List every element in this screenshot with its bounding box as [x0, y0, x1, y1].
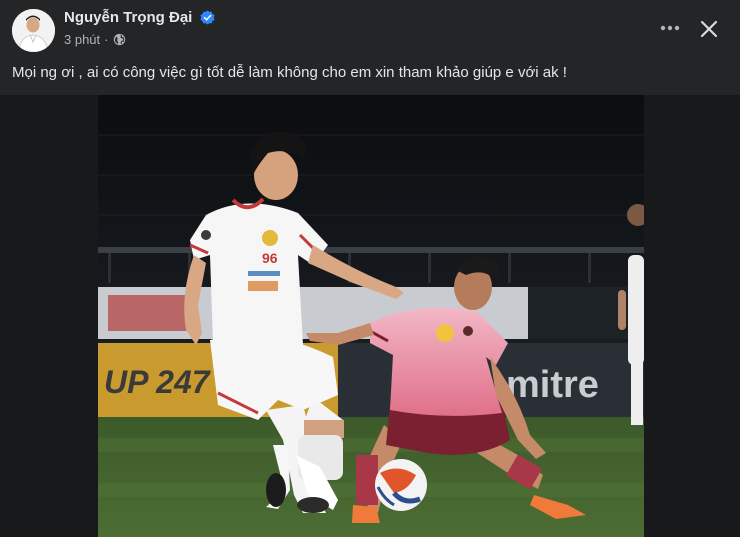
more-options-button[interactable] — [654, 14, 686, 42]
soccer-ball — [375, 459, 427, 511]
more-options-icon — [660, 25, 680, 31]
close-button[interactable] — [694, 14, 724, 44]
post-timestamp[interactable]: 3 phút — [64, 32, 100, 47]
post-photo[interactable]: UP 247 mitre 96 — [98, 95, 644, 537]
football-match-image: UP 247 mitre 96 — [98, 95, 644, 537]
avatar[interactable] — [12, 9, 55, 52]
globe-icon — [113, 33, 125, 46]
post-header: Nguyễn Trọng Đại 3 phút · — [0, 0, 740, 58]
verified-badge-icon — [200, 10, 215, 25]
ad-board-text-right: mitre — [506, 364, 599, 406]
ad-board-text-left: UP 247 — [104, 364, 212, 400]
close-icon — [700, 20, 718, 38]
post-text: Mọi ng ơi , ai có công việc gì tốt dễ là… — [12, 64, 567, 81]
meta-separator: · — [104, 32, 109, 47]
post-meta: 3 phút · — [64, 32, 126, 47]
media-area: UP 247 mitre 96 — [0, 95, 740, 537]
jersey-number: 96 — [262, 250, 278, 266]
author-name[interactable]: Nguyễn Trọng Đại — [64, 9, 192, 26]
